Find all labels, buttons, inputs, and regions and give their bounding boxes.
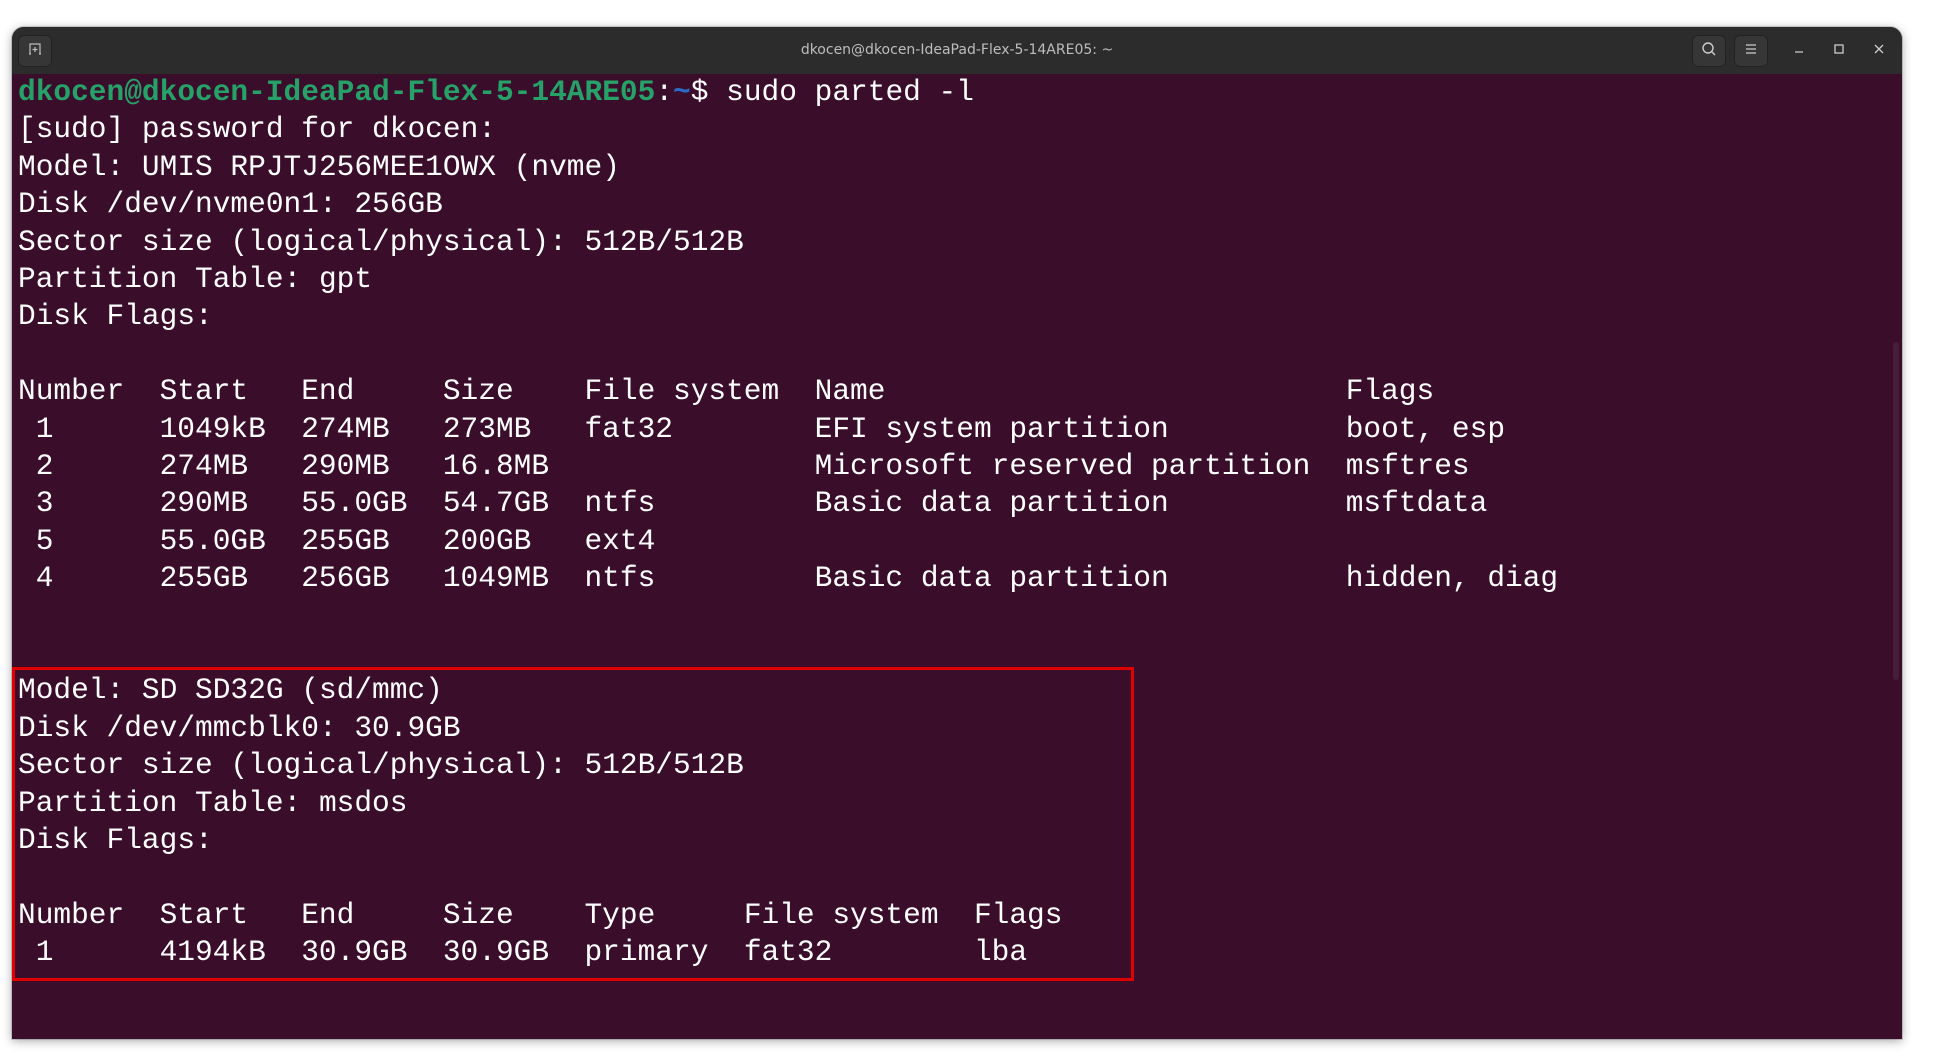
- scrollbar[interactable]: [1893, 342, 1899, 680]
- terminal-window: dkocen@dkocen-IdeaPad-Flex-5-14ARE05: ~: [12, 27, 1902, 1039]
- new-tab-icon: [27, 41, 43, 62]
- title-bar: dkocen@dkocen-IdeaPad-Flex-5-14ARE05: ~: [12, 27, 1902, 74]
- partition-row: 1 1049kB 274MB 273MB fat32 EFI system partiti…: [18, 411, 1818, 448]
- col-file-system: File system: [584, 374, 780, 409]
- cell-start: 290MB: [159, 486, 249, 521]
- col-end: End: [301, 897, 355, 932]
- cell-flags: hidden, diag: [1345, 561, 1559, 596]
- prompt-line: dkocen@dkocen-IdeaPad-Flex-5-14ARE05:~$ …: [18, 74, 974, 111]
- cell-end: 256GB: [301, 561, 390, 596]
- cell-number: 1: [35, 411, 54, 446]
- sd-disk-sector-size: Sector size (logical/physical): 512B/512…: [18, 748, 744, 783]
- sd-disk-model: Model: SD SD32G (sd/mmc): [18, 673, 443, 708]
- new-tab-button[interactable]: [18, 35, 52, 67]
- terminal-output[interactable]: dkocen@dkocen-IdeaPad-Flex-5-14ARE05:~$ …: [12, 74, 1899, 1039]
- prompt-path: ~: [673, 75, 691, 109]
- col-start: Start: [159, 374, 249, 409]
- cell-start: 274MB: [159, 449, 249, 483]
- cell-file-system: ntfs: [584, 486, 656, 521]
- cell-size: 30.9GB: [442, 935, 550, 970]
- disk-sector-size: Sector size (logical/physical): 512B/512…: [18, 224, 744, 259]
- col-flags: Flags: [973, 897, 1063, 932]
- cell-start: 1049kB: [159, 411, 266, 446]
- col-size: Size: [442, 374, 514, 409]
- prompt-user-host: dkocen@dkocen-IdeaPad-Flex-5-14ARE05: [18, 75, 656, 109]
- col-name: Name: [814, 374, 886, 409]
- cell-start: 55.0GB: [159, 523, 266, 558]
- sd-partition-table-header: Number Start End Size Type File system F…: [18, 897, 1118, 934]
- cell-file-system: fat32: [584, 411, 673, 446]
- col-file-system: File system: [743, 897, 939, 932]
- col-number: Number: [18, 374, 125, 409]
- disk-partition-table: Partition Table: gpt: [18, 262, 373, 296]
- cell-size: 54.7GB: [442, 486, 550, 521]
- close-icon: [1873, 42, 1885, 60]
- search-icon: [1701, 41, 1717, 62]
- col-start: Start: [159, 897, 249, 932]
- partition-row: 3 290MB 55.0GB 54.7GB ntfs Basic data partiti…: [18, 485, 1818, 522]
- col-flags: Flags: [1345, 374, 1435, 409]
- cell-number: 1: [35, 935, 54, 970]
- cell-end: 55.0GB: [301, 486, 408, 521]
- search-button[interactable]: [1692, 35, 1726, 67]
- disk-flags: Disk Flags:: [18, 299, 213, 334]
- disk-path-size: Disk /dev/nvme0n1: 256GB: [18, 187, 443, 222]
- cell-flags: msftdata: [1345, 486, 1488, 521]
- cell-number: 4: [35, 561, 54, 596]
- cell-number: 2: [35, 449, 54, 483]
- cell-name: Basic data partition: [814, 486, 1169, 521]
- partition-row: 1 4194kB 30.9GB 30.9GB primary fat32 lba: [18, 934, 1818, 971]
- cell-name: EFI system partition: [814, 411, 1169, 446]
- col-size: Size: [442, 897, 514, 932]
- prompt-symbol: $: [690, 75, 727, 109]
- command-text: sudo parted -l: [726, 75, 974, 109]
- maximize-icon: [1833, 42, 1845, 60]
- col-end: End: [301, 374, 355, 409]
- cell-start: 255GB: [159, 561, 249, 596]
- minimize-icon: [1793, 42, 1805, 60]
- prompt-colon: :: [655, 75, 674, 109]
- col-type: Type: [584, 897, 656, 932]
- partition-row: 2 274MB 290MB 16.8MB Microsoft reserved part…: [18, 448, 1818, 485]
- cell-end: 274MB: [301, 411, 390, 446]
- cell-flags: lba: [973, 935, 1028, 970]
- cell-size: 16.8MB: [442, 449, 550, 483]
- partition-table-header: Number Start End Size File system Name F…: [18, 373, 1818, 410]
- cell-size: 200GB: [442, 523, 532, 558]
- partition-row: 4 255GB 256GB 1049MB ntfs Basic data partitio…: [18, 560, 1818, 597]
- cell-start: 4194kB: [159, 935, 266, 970]
- sd-disk-flags: Disk Flags:: [18, 823, 213, 857]
- menu-button[interactable]: [1734, 35, 1768, 67]
- cell-name: Microsoft reserved partition: [814, 449, 1311, 483]
- cell-size: 273MB: [442, 411, 532, 446]
- cell-number: 5: [35, 523, 54, 558]
- sudo-password-prompt: [sudo] password for dkocen:: [18, 112, 496, 147]
- cell-number: 3: [35, 486, 54, 521]
- cell-end: 30.9GB: [301, 935, 408, 970]
- cell-end: 255GB: [301, 523, 390, 558]
- sd-disk-partition-table: Partition Table: msdos: [18, 785, 408, 820]
- cell-type: primary: [584, 935, 709, 970]
- window-title: dkocen@dkocen-IdeaPad-Flex-5-14ARE05: ~: [800, 42, 1114, 58]
- sd-disk-path-size: Disk /dev/mmcblk0: 30.9GB: [18, 710, 461, 745]
- minimize-button[interactable]: [1787, 39, 1811, 63]
- col-number: Number: [18, 897, 125, 932]
- cell-size: 1049MB: [442, 561, 550, 596]
- maximize-button[interactable]: [1827, 39, 1851, 63]
- hamburger-menu-icon: [1743, 41, 1759, 62]
- partition-row: 5 55.0GB 255GB 200GB ext4: [18, 523, 1818, 560]
- disk-model: Model: UMIS RPJTJ256MEE1OWX (nvme): [18, 149, 620, 184]
- cell-name: Basic data partition: [814, 561, 1169, 596]
- cell-flags: msftres: [1345, 449, 1470, 483]
- cell-file-system: ntfs: [584, 561, 656, 596]
- cell-end: 290MB: [301, 449, 390, 483]
- cell-flags: boot, esp: [1345, 411, 1506, 446]
- cell-file-system: ext4: [584, 523, 656, 558]
- cell-file-system: fat32: [743, 935, 833, 970]
- close-button[interactable]: [1867, 39, 1891, 63]
